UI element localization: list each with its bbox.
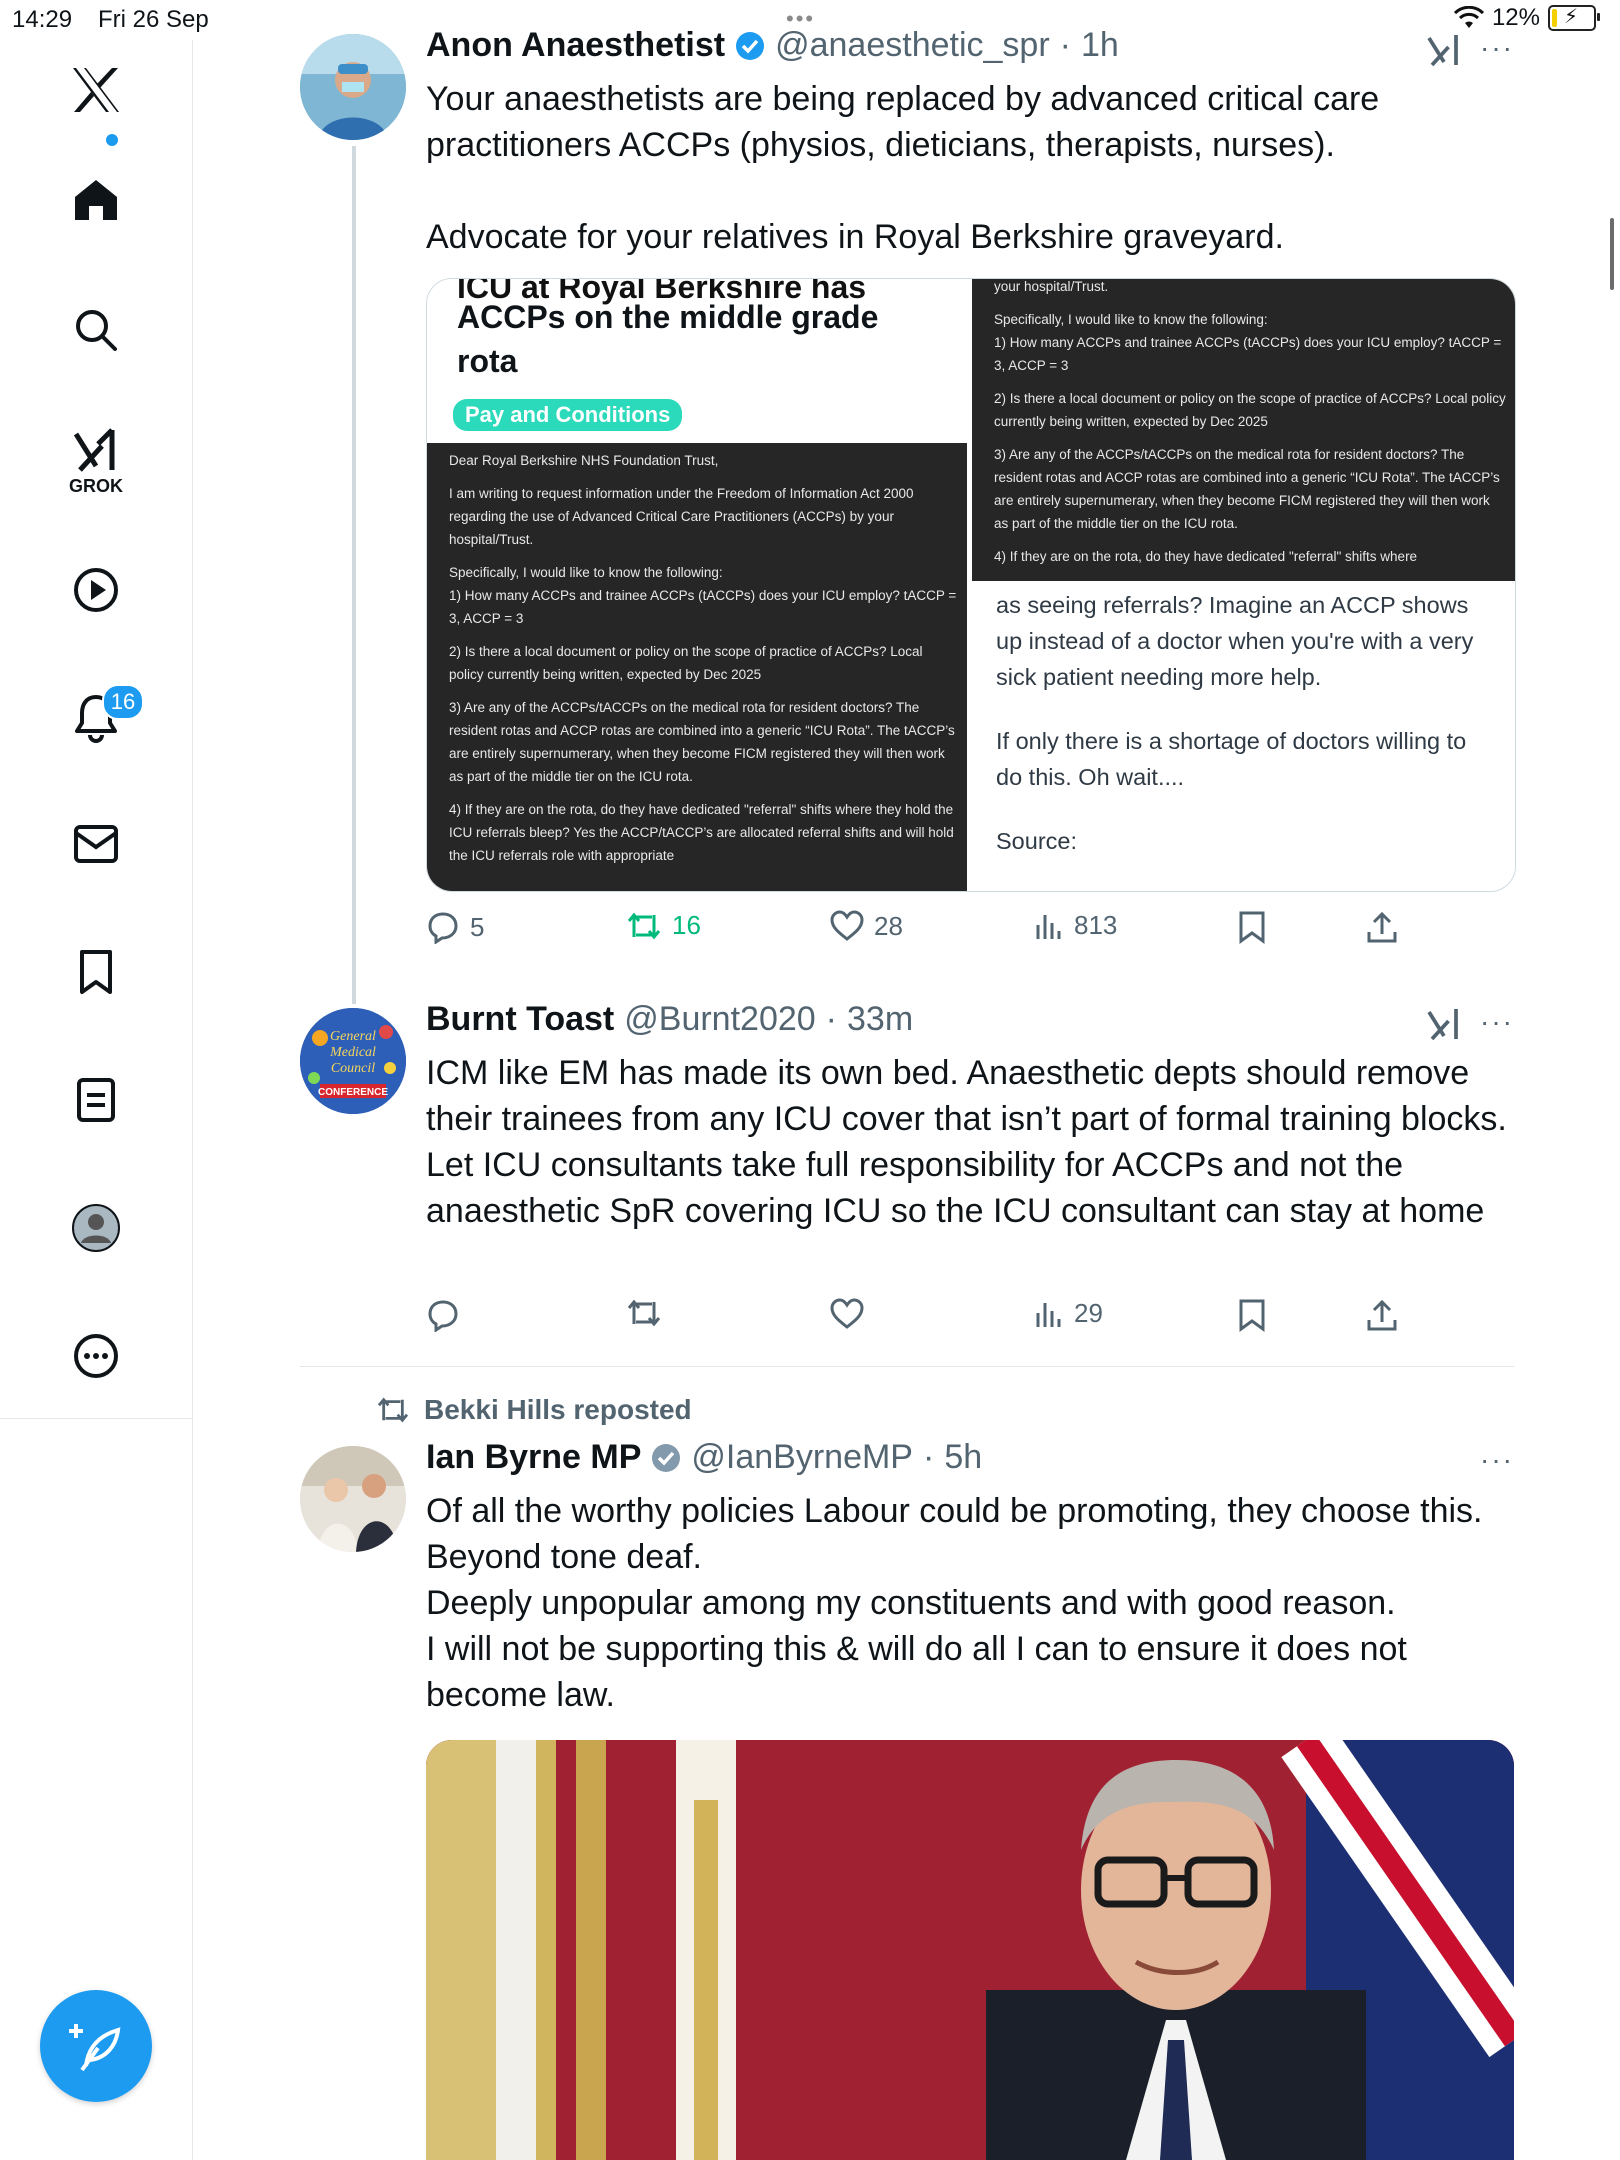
like-button[interactable]	[830, 1298, 874, 1330]
media-document-right: your hospital/Trust. Specifically, I wou…	[972, 279, 1515, 581]
reply-count: 5	[470, 911, 485, 942]
tweet-time[interactable]: 1h	[1081, 26, 1119, 65]
views-chart-icon	[1036, 914, 1061, 939]
home-unread-dot	[106, 134, 118, 146]
repost-icon	[627, 1299, 661, 1327]
bookmark-button[interactable]	[1238, 910, 1266, 944]
tweet-more-icon[interactable]: ···	[1480, 32, 1514, 64]
video-icon[interactable]	[0, 560, 192, 620]
bookmark-icon	[1239, 911, 1265, 944]
like-count: 28	[874, 910, 903, 941]
verified-badge-icon	[652, 1443, 681, 1472]
scrollbar-thumb[interactable]	[1610, 218, 1614, 290]
reposted-by-label: Bekki Hills reposted	[424, 1394, 692, 1425]
battery-icon: ⚡	[1548, 5, 1600, 31]
share-icon	[1367, 1299, 1397, 1331]
bookmarks-icon[interactable]	[0, 944, 192, 1000]
author-handle[interactable]: @anaesthetic_spr	[775, 26, 1050, 65]
media-title-cut: ICU at Royal Berkshire has	[457, 278, 867, 305]
reply-button[interactable]: 5	[426, 910, 484, 944]
more-options-icon[interactable]	[0, 1328, 192, 1384]
heart-icon	[830, 1298, 864, 1329]
status-time: 14:29	[12, 6, 73, 33]
lists-icon[interactable]	[0, 1072, 192, 1128]
tweet-photo[interactable]	[426, 1740, 1514, 2160]
tweet-header: Burnt Toast @Burnt2020 · 33m	[426, 1000, 914, 1039]
profile-avatar-icon[interactable]	[0, 1200, 192, 1256]
grok-icon[interactable]	[0, 424, 192, 476]
notifications-bell-icon[interactable]	[0, 688, 192, 748]
views-count: 813	[1074, 910, 1118, 940]
media-document-left: Dear Royal Berkshire NHS Foundation Trus…	[427, 443, 967, 891]
bookmark-button[interactable]	[1238, 1298, 1266, 1332]
share-button[interactable]	[1366, 1298, 1398, 1332]
messages-icon[interactable]	[0, 816, 192, 872]
author-handle[interactable]: @IanByrneMP	[691, 1438, 913, 1477]
verified-badge-icon	[736, 31, 765, 60]
avatar[interactable]: General Medical Council CONFERENCE	[300, 1008, 406, 1114]
media-image-right[interactable]: your hospital/Trust. Specifically, I wou…	[972, 279, 1515, 891]
tweet-media[interactable]: ICU at Royal Berkshire has ACCPs on the …	[426, 278, 1516, 892]
svg-text:General: General	[330, 1029, 376, 1044]
author-handle[interactable]: @Burnt2020	[624, 1000, 815, 1039]
avatar[interactable]	[300, 1446, 406, 1552]
author-name[interactable]: Anon Anaesthetist	[426, 26, 725, 65]
thread-connector-line	[352, 146, 356, 1004]
avatar[interactable]	[300, 34, 406, 140]
media-image-left[interactable]: ICU at Royal Berkshire has ACCPs on the …	[427, 279, 967, 891]
svg-text:CONFERENCE: CONFERENCE	[318, 1087, 388, 1098]
repost-icon	[627, 912, 661, 939]
tweet-text: Your anaesthetists are being replaced by…	[426, 80, 1380, 256]
tweet-text: Of all the worthy policies Labour could …	[426, 1492, 1483, 1714]
repost-button[interactable]	[626, 1298, 672, 1328]
views-count: 29	[1074, 1298, 1103, 1328]
views-chart-icon	[1036, 1302, 1061, 1327]
repost-button[interactable]: 16	[626, 910, 701, 941]
tweet-actions: 29	[426, 1298, 1406, 1338]
repost-icon	[377, 1397, 409, 1423]
svg-text:Medical: Medical	[329, 1045, 376, 1060]
tweet-more-icon[interactable]: ···	[1480, 1006, 1514, 1038]
reply-icon	[428, 912, 458, 944]
author-name[interactable]: Ian Byrne MP	[426, 1438, 641, 1477]
battery-percent: 12%	[1491, 4, 1540, 31]
share-button[interactable]	[1366, 910, 1398, 944]
views-button[interactable]: 29	[1034, 1298, 1103, 1329]
tweet-text: ICM like EM has made its own bed. Anaest…	[426, 1054, 1517, 1230]
author-name[interactable]: Burnt Toast	[426, 1000, 614, 1039]
sidebar-divider	[0, 1418, 192, 1419]
tweet-header: Anon Anaesthetist @anaesthetic_spr · 1h	[426, 26, 1119, 65]
svg-text:Council: Council	[331, 1061, 375, 1076]
wifi-icon	[1453, 6, 1484, 28]
tweet-time[interactable]: 33m	[847, 1000, 913, 1039]
tweet-separator	[300, 1366, 1514, 1367]
grok-label: GROK	[69, 476, 123, 496]
repost-count: 16	[672, 910, 701, 940]
bookmark-icon	[1239, 1299, 1265, 1332]
media-title: ICU at Royal Berkshire has ACCPs on the …	[457, 279, 947, 383]
reply-icon	[428, 1300, 458, 1332]
status-date: Fri 26 Sep	[98, 6, 209, 33]
media-body-text: as seeing referrals? Imagine an ACCP sho…	[996, 592, 1474, 854]
share-icon	[1367, 911, 1397, 943]
reply-button[interactable]	[426, 1298, 470, 1332]
grok-explain-icon[interactable]	[1426, 32, 1462, 68]
views-button[interactable]: 813	[1034, 910, 1117, 941]
tweet-header: Ian Byrne MP @IanByrneMP · 5h	[426, 1438, 983, 1477]
repost-context[interactable]: Bekki Hills reposted	[376, 1394, 692, 1426]
heart-icon	[830, 910, 864, 941]
tweet-time[interactable]: 5h	[944, 1438, 982, 1477]
tweet-actions: 5 16 28 813	[426, 910, 1406, 950]
grok-explain-icon[interactable]	[1426, 1006, 1462, 1042]
notifications-badge: 16	[102, 684, 144, 720]
x-logo-icon[interactable]	[0, 62, 192, 118]
compose-post-button[interactable]	[40, 1990, 152, 2102]
like-button[interactable]: 28	[830, 910, 903, 942]
compose-feather-icon	[69, 2024, 121, 2072]
search-icon[interactable]	[0, 302, 192, 358]
media-tag: Pay and Conditions	[453, 399, 683, 431]
home-icon[interactable]	[0, 172, 192, 228]
tweet-more-icon[interactable]: ···	[1480, 1444, 1514, 1476]
